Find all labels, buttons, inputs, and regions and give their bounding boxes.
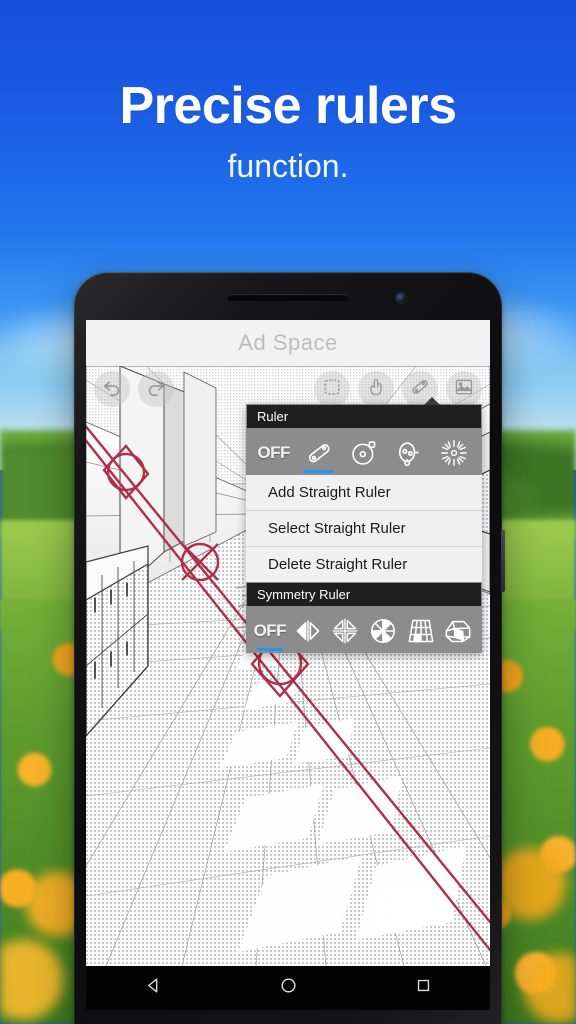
- radial-burst-icon: [439, 438, 469, 468]
- symmetry-mode-off[interactable]: OFF: [252, 611, 288, 651]
- android-navigation-bar: [86, 966, 490, 1010]
- toolbar-left-group: [94, 371, 174, 407]
- home-circle-icon[interactable]: [279, 976, 298, 1000]
- undo-button[interactable]: [94, 371, 130, 407]
- ruler-menu-list: Add Straight Ruler Select Straight Ruler…: [246, 475, 482, 582]
- ruler-mode-ellipse[interactable]: [388, 433, 431, 471]
- promo-text-block: Precise rulers function.: [0, 76, 576, 185]
- circle-ruler-icon: [349, 438, 379, 468]
- speaker-grille-icon: [227, 294, 349, 301]
- mirror-symmetry-icon: [293, 616, 323, 646]
- promo-subline: function.: [227, 148, 349, 184]
- undo-arrow-icon: [101, 376, 123, 403]
- perspective-box-icon: [443, 616, 473, 646]
- toolbar-right-group: [314, 371, 482, 407]
- popup-pointer-arrow: [424, 397, 440, 405]
- ruler-mode-row: OFF: [246, 428, 482, 475]
- hand-tool-button[interactable]: [358, 371, 394, 407]
- ruler-mode-radial[interactable]: [433, 433, 476, 471]
- front-camera-icon: [396, 293, 406, 303]
- ruler-popup-panel: Ruler OFF Add Straight Ruler Select Stra…: [246, 397, 482, 653]
- selection-tool-button[interactable]: [314, 371, 350, 407]
- image-tool-button[interactable]: [446, 371, 482, 407]
- ruler-mode-circle[interactable]: [342, 433, 385, 471]
- selected-indicator: [256, 648, 283, 651]
- symmetry-mode-box-perspective[interactable]: [440, 611, 476, 649]
- ruler-section-title: Ruler: [246, 404, 482, 428]
- symmetry-mode-quad-mirror[interactable]: [327, 611, 363, 649]
- ruler-mode-off[interactable]: OFF: [252, 433, 295, 471]
- menu-item-delete-straight-ruler[interactable]: Delete Straight Ruler: [246, 547, 482, 582]
- redo-arrow-icon: [145, 376, 167, 403]
- straight-ruler-icon: [304, 438, 334, 468]
- redo-button[interactable]: [138, 371, 174, 407]
- phone-device: Ad Space Ruler OFF Add Straight Ruler Se…: [74, 272, 505, 1024]
- image-photo-icon: [454, 377, 474, 402]
- off-text-icon: OFF: [257, 443, 290, 462]
- ruler-mode-straight[interactable]: [297, 433, 340, 473]
- ad-banner-label: Ad Space: [238, 330, 338, 355]
- symmetry-mode-row: OFF: [246, 606, 482, 653]
- symmetry-mode-radial[interactable]: [365, 611, 401, 649]
- quad-mirror-icon: [330, 616, 360, 646]
- selected-indicator: [303, 470, 335, 473]
- ellipse-ruler-icon: [394, 438, 424, 468]
- menu-item-select-straight-ruler[interactable]: Select Straight Ruler: [246, 511, 482, 547]
- recents-square-icon[interactable]: [415, 977, 432, 999]
- symmetry-section-title: Symmetry Ruler: [246, 582, 482, 606]
- menu-item-add-straight-ruler[interactable]: Add Straight Ruler: [246, 475, 482, 511]
- ad-banner[interactable]: Ad Space: [86, 320, 490, 366]
- off-text-icon: OFF: [253, 621, 287, 640]
- symmetry-mode-mirror[interactable]: [290, 611, 326, 649]
- symmetry-mode-parallel-perspective[interactable]: [403, 611, 439, 649]
- perspective-grid-icon: [406, 616, 436, 646]
- phone-screen: Ad Space Ruler OFF Add Straight Ruler Se…: [86, 320, 490, 1010]
- promo-headline: Precise rulers: [119, 77, 457, 135]
- hand-pointer-icon: [366, 377, 386, 402]
- power-button-icon[interactable]: [501, 530, 505, 592]
- radial-pie-icon: [368, 616, 398, 646]
- back-triangle-icon[interactable]: [144, 976, 163, 1000]
- dashed-selection-icon: [322, 377, 342, 402]
